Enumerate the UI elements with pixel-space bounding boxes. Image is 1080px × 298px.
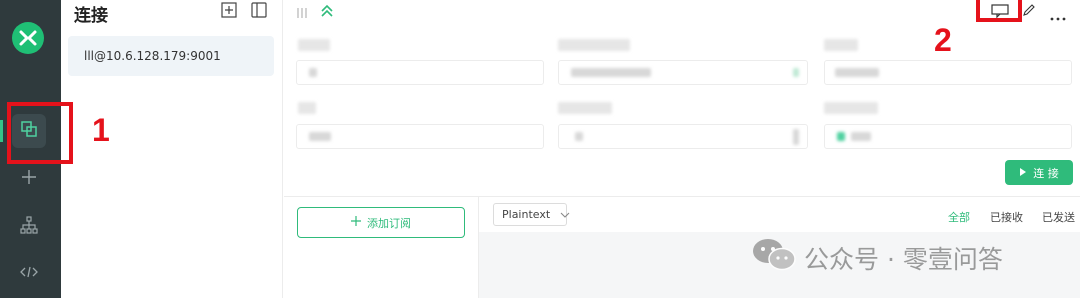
form-field[interactable]: [558, 60, 808, 85]
annotation-box-2: [976, 0, 1022, 22]
plus-icon: [351, 216, 361, 229]
field-label-blurred: [558, 102, 612, 114]
topology-icon: [20, 216, 38, 238]
sidebar-toggle-icon[interactable]: [251, 2, 267, 18]
payload-format-value: Plaintext: [502, 208, 551, 221]
add-subscription-label: 添加订阅: [367, 216, 411, 230]
field-label-blurred: [298, 39, 330, 51]
connection-item-label: lll@10.6.128.179:9001: [84, 49, 221, 63]
filter-received[interactable]: 已接收: [990, 209, 1023, 225]
annotation-label-2: 2: [934, 22, 952, 58]
edit-icon[interactable]: [1022, 2, 1036, 21]
plus-icon: [21, 169, 37, 189]
add-subscription-button[interactable]: 添加订阅: [297, 207, 465, 238]
annotation-box-1: [7, 102, 73, 164]
form-field[interactable]: [824, 60, 1072, 85]
code-icon: [20, 264, 38, 283]
form-field[interactable]: [558, 124, 808, 149]
payload-format-select[interactable]: Plaintext: [493, 203, 570, 226]
watermark: 公众号 · 零壹问答: [752, 237, 1003, 279]
more-icon[interactable]: [1050, 6, 1066, 25]
field-label-blurred: [298, 102, 316, 114]
connections-panel: 连接 lll@10.6.128.179:9001: [61, 0, 283, 298]
rail-script-button[interactable]: [12, 256, 46, 290]
watermark-text: 公众号 · 零壹问答: [804, 245, 1003, 274]
connections-title: 连接: [74, 6, 108, 26]
active-indicator: [0, 120, 3, 142]
rail-topology-button[interactable]: [12, 210, 46, 244]
section-divider: [284, 196, 1080, 197]
rail-new-button[interactable]: [12, 162, 46, 196]
filter-all[interactable]: 全部: [948, 209, 970, 225]
connect-button[interactable]: 连 接: [1005, 160, 1073, 185]
annotation-label-1: 1: [92, 112, 110, 148]
form-field[interactable]: [296, 60, 544, 85]
drag-handle-icon: [296, 4, 308, 23]
wechat-icon: [752, 237, 796, 279]
collapse-up-icon[interactable]: [320, 3, 334, 22]
play-icon: [1019, 166, 1027, 179]
add-square-icon[interactable]: [221, 2, 237, 18]
form-field[interactable]: [824, 124, 1072, 149]
filter-sent[interactable]: 已发送: [1042, 209, 1075, 225]
connection-item[interactable]: lll@10.6.128.179:9001: [68, 36, 274, 76]
chevron-down-icon: [560, 208, 570, 221]
app-window: 连接 lll@10.6.128.179:9001 连 接 添加订阅 Plaint…: [0, 0, 1080, 298]
connect-button-label: 连 接: [1033, 166, 1059, 180]
field-label-blurred: [558, 39, 630, 51]
mqttx-logo-icon: [12, 22, 44, 54]
field-label-blurred: [824, 39, 858, 51]
field-label-blurred: [824, 102, 878, 114]
form-field[interactable]: [296, 124, 544, 149]
